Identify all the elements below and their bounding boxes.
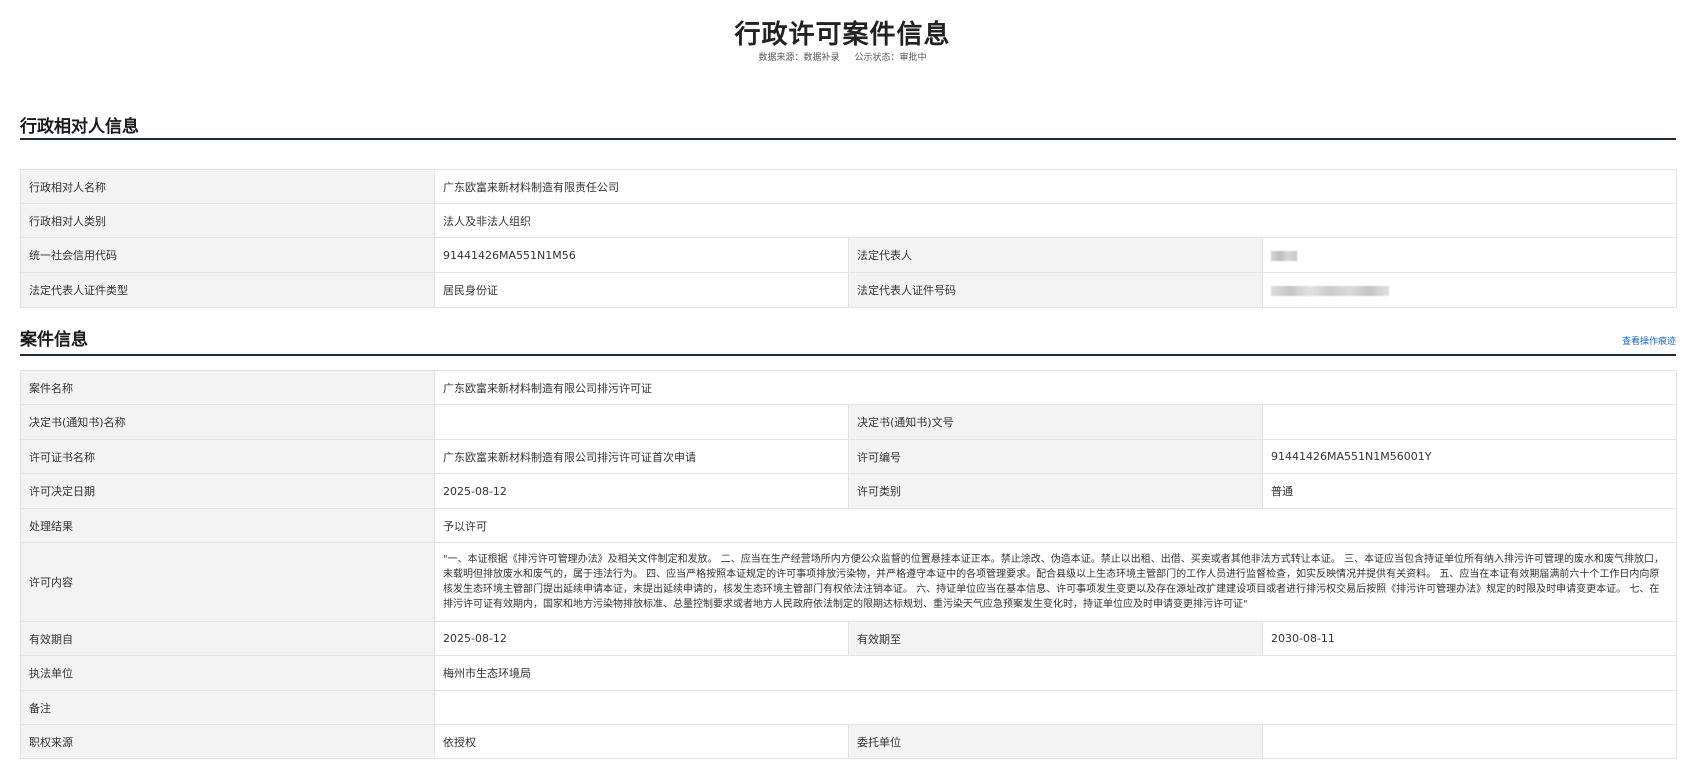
decision-name-value — [434, 404, 849, 440]
party-name-value: 广东欧富来新材料制造有限责任公司 — [433, 169, 1678, 204]
id-number-value — [1261, 272, 1678, 308]
id-type-value: 居民身份证 — [434, 272, 849, 308]
credit-code-value: 91441426MA551N1M56 — [434, 237, 849, 273]
license-content-value: "一、本证根据《排污许可管理办法》及相关文件制定和发放。 二、应当在生产经营场所… — [433, 542, 1678, 622]
decision-number-label: 决定书(通知书)文号 — [848, 404, 1263, 440]
remark-value — [433, 690, 1678, 725]
party-name-label: 行政相对人名称 — [20, 169, 435, 204]
decision-number-value — [1261, 404, 1678, 440]
valid-to-label: 有效期至 — [848, 621, 1263, 656]
remark-label: 备注 — [20, 690, 435, 725]
table-row: 执法单位 梅州市生态环境局 — [20, 655, 1678, 691]
data-source-label: 数据来源：数据补录 — [758, 53, 840, 63]
license-name-label: 许可证书名称 — [20, 439, 435, 474]
legal-rep-label: 法定代表人 — [848, 237, 1263, 273]
case-info-table: 案件名称 广东欧富来新材料制造有限公司排污许可证 决定书(通知书)名称 决定书(… — [20, 370, 1678, 759]
id-number-label: 法定代表人证件号码 — [848, 272, 1263, 308]
entrusted-unit-label: 委托单位 — [848, 724, 1263, 759]
decision-date-label: 许可决定日期 — [20, 473, 435, 509]
case-section-header: 案件信息 查看操作痕迹 — [20, 325, 1676, 356]
page-title: 行政许可案件信息 — [734, 20, 951, 50]
agency-value: 梅州市生态环境局 — [433, 655, 1678, 691]
table-row: 处理结果 予以许可 — [20, 508, 1678, 543]
redacted-name — [1271, 250, 1297, 261]
valid-from-label: 有效期自 — [20, 621, 435, 656]
table-row: 法定代表人证件类型 居民身份证 法定代表人证件号码 — [20, 272, 1678, 308]
agency-label: 执法单位 — [20, 655, 435, 691]
table-row: 有效期自 2025-08-12 有效期至 2030-08-11 — [20, 621, 1678, 656]
party-section-title: 行政相对人信息 — [20, 117, 139, 137]
license-type-label: 许可类别 — [848, 473, 1263, 509]
authority-source-label: 职权来源 — [20, 724, 435, 759]
result-label: 处理结果 — [20, 508, 435, 543]
id-type-label: 法定代表人证件类型 — [20, 272, 435, 308]
license-content-label: 许可内容 — [20, 542, 435, 622]
table-row: 许可证书名称 广东欧富来新材料制造有限公司排污许可证首次申请 许可编号 9144… — [20, 439, 1678, 474]
case-section-title: 案件信息 — [20, 330, 88, 350]
result-value: 予以许可 — [433, 508, 1678, 543]
table-row: 案件名称 广东欧富来新材料制造有限公司排污许可证 — [20, 370, 1678, 405]
decision-name-label: 决定书(通知书)名称 — [20, 404, 435, 440]
case-name-label: 案件名称 — [20, 370, 435, 405]
party-type-value: 法人及非法人组织 — [433, 203, 1678, 238]
table-row: 许可决定日期 2025-08-12 许可类别 普通 — [20, 473, 1678, 509]
table-row: 许可内容 "一、本证根据《排污许可管理办法》及相关文件制定和发放。 二、应当在生… — [20, 542, 1678, 622]
valid-to-value: 2030-08-11 — [1261, 621, 1678, 656]
valid-from-value: 2025-08-12 — [434, 621, 849, 656]
table-row: 行政相对人名称 广东欧富来新材料制造有限责任公司 — [20, 169, 1678, 204]
page: 行政许可案件信息 数据来源：数据补录 公示状态：审批中 行政相对人信息 行政相对… — [0, 0, 1685, 767]
table-row: 决定书(通知书)名称 决定书(通知书)文号 — [20, 404, 1678, 440]
page-subtitle: 数据来源：数据补录 公示状态：审批中 — [0, 50, 1685, 63]
table-row: 职权来源 依授权 委托单位 — [20, 724, 1678, 759]
view-trace-link[interactable]: 查看操作痕迹 — [1622, 334, 1676, 347]
table-row: 行政相对人类别 法人及非法人组织 — [20, 203, 1678, 238]
publish-status-label: 公示状态：审批中 — [854, 53, 927, 63]
redacted-id-number — [1271, 285, 1389, 296]
license-name-value: 广东欧富来新材料制造有限公司排污许可证首次申请 — [434, 439, 849, 474]
license-number-label: 许可编号 — [848, 439, 1263, 474]
credit-code-label: 统一社会信用代码 — [20, 237, 435, 273]
case-name-value: 广东欧富来新材料制造有限公司排污许可证 — [433, 370, 1678, 405]
legal-rep-value — [1261, 237, 1678, 273]
license-number-value: 91441426MA551N1M56001Y — [1261, 439, 1678, 474]
table-row: 统一社会信用代码 91441426MA551N1M56 法定代表人 — [20, 237, 1678, 273]
table-row: 备注 — [20, 690, 1678, 725]
authority-source-value: 依授权 — [434, 724, 849, 759]
license-type-value: 普通 — [1261, 473, 1678, 509]
party-section-header: 行政相对人信息 — [20, 112, 1676, 140]
decision-date-value: 2025-08-12 — [434, 473, 849, 509]
party-info-table: 行政相对人名称 广东欧富来新材料制造有限责任公司 行政相对人类别 法人及非法人组… — [20, 169, 1678, 308]
party-type-label: 行政相对人类别 — [20, 203, 435, 238]
entrusted-unit-value — [1261, 724, 1678, 759]
